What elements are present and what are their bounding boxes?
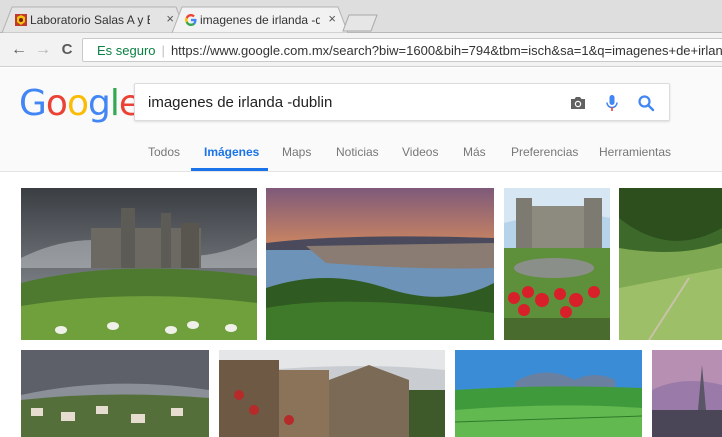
back-arrow-icon[interactable]: ← (10, 41, 28, 59)
search-query: imagenes de irlanda -dublin (148, 94, 333, 111)
url-text: https://www.google.com.mx/search?biw=160… (170, 42, 722, 58)
browser-tab-laboratorio[interactable]: Laboratorio Salas A y B × (2, 6, 186, 33)
favicon-crest-icon (15, 14, 27, 26)
microphone-icon[interactable] (602, 93, 622, 113)
active-tab-indicator (191, 168, 268, 171)
camera-icon[interactable] (568, 93, 588, 113)
logo-letter: G (19, 83, 47, 124)
logo-letter: l (109, 83, 120, 124)
omnibox-separator: | (161, 42, 165, 58)
search-icon[interactable] (636, 93, 656, 113)
secure-label: Es seguro (97, 42, 156, 58)
image-result-stone-cottages[interactable] (219, 350, 445, 437)
image-result-green-valley[interactable] (619, 188, 722, 340)
forward-arrow-icon[interactable]: → (34, 41, 52, 59)
tab-close-icon[interactable]: × (328, 12, 336, 26)
tab-videos[interactable]: Videos (402, 145, 438, 159)
logo-letter: o (45, 83, 68, 124)
browser-toolbar: ← → C Es seguro | https://www.google.com… (0, 33, 722, 67)
thumbnail-image (455, 350, 642, 437)
image-result-church-spire[interactable] (652, 350, 722, 437)
new-tab-button[interactable] (342, 14, 378, 32)
thumbnail-image (652, 350, 722, 437)
google-favicon-icon (185, 14, 197, 26)
thumbnail-image (266, 188, 494, 340)
google-logo[interactable]: Google (19, 83, 141, 124)
tab-strip: Laboratorio Salas A y B × imagenes de ir… (0, 0, 722, 33)
google-header: Google imagenes de irlanda -dublin Todos… (0, 68, 722, 172)
tab-title: Laboratorio Salas A y B (30, 12, 150, 27)
tab-noticias[interactable]: Noticias (336, 145, 379, 159)
thumbnail-image (21, 188, 257, 340)
image-result-kilkenny-castle[interactable] (504, 188, 610, 340)
tab-herramientas[interactable]: Herramientas (599, 145, 671, 159)
image-result-green-fields-coast[interactable] (455, 350, 642, 437)
search-input[interactable]: imagenes de irlanda -dublin (134, 83, 670, 121)
tab-imagenes[interactable]: Imágenes (204, 145, 259, 159)
image-result-village-cloudy[interactable] (21, 350, 209, 437)
tab-close-icon[interactable]: × (166, 12, 174, 26)
reload-icon[interactable]: C (58, 41, 76, 59)
tab-maps[interactable]: Maps (282, 145, 311, 159)
search-type-tabs: Todos Imágenes Maps Noticias Videos Más … (0, 138, 722, 172)
address-bar[interactable]: Es seguro | https://www.google.com.mx/se… (82, 38, 722, 62)
tab-todos[interactable]: Todos (148, 145, 180, 159)
thumbnail-image (504, 188, 610, 340)
browser-tab-google-images[interactable]: imagenes de irlanda -dubl × (172, 6, 348, 33)
tab-mas[interactable]: Más (463, 145, 486, 159)
tab-title: imagenes de irlanda -dubl (200, 12, 320, 27)
logo-letter: o (66, 83, 89, 124)
image-result-harbour-town[interactable] (266, 188, 494, 340)
tab-preferencias[interactable]: Preferencias (511, 145, 578, 159)
thumbnail-image (619, 188, 722, 340)
thumbnail-image (21, 350, 209, 437)
image-result-rock-of-cashel[interactable] (21, 188, 257, 340)
logo-letter: g (87, 83, 111, 124)
thumbnail-image (219, 350, 445, 437)
